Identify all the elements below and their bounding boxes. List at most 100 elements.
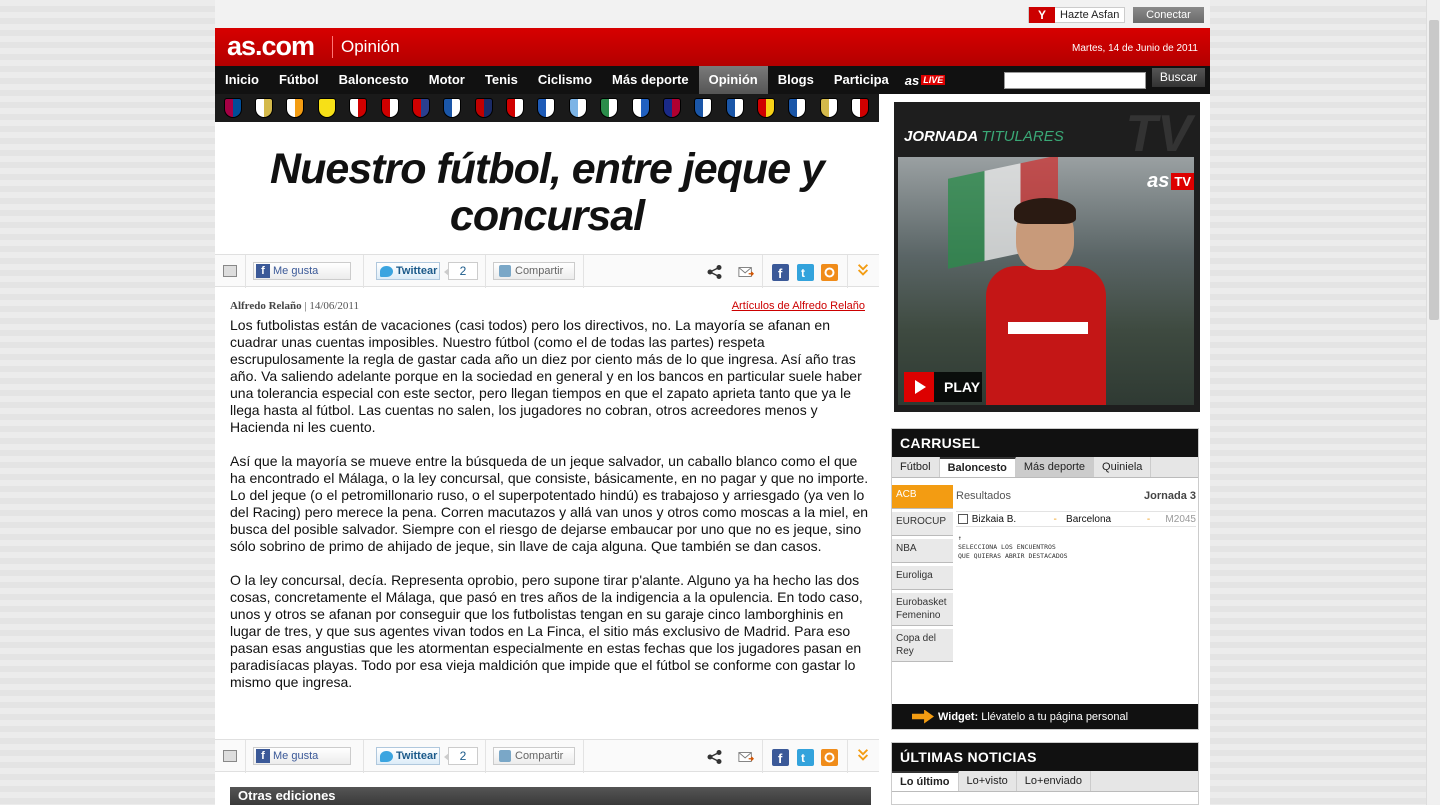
facebook-like-button[interactable]: f Me gusta	[253, 262, 351, 280]
ultimas-tab-lo-enviado[interactable]: Lo+enviado	[1017, 771, 1091, 791]
nav-item-tenis[interactable]: Tenis	[475, 66, 528, 94]
hazte-asfan-button[interactable]: Y Hazte Asfan	[1028, 7, 1126, 23]
match-checkbox[interactable]	[958, 514, 968, 524]
crest-mallorca-icon[interactable]	[753, 96, 778, 120]
crest-sporting-icon[interactable]	[502, 96, 527, 120]
nav-item-ciclismo[interactable]: Ciclismo	[528, 66, 602, 94]
sport-list: ACB EUROCUP NBA Euroliga Eurobasket Femenino…	[892, 485, 953, 665]
scrollbar-thumb[interactable]	[1429, 20, 1439, 320]
crest-osasuna-icon[interactable]	[471, 96, 496, 120]
twitter-share-icon[interactable]: t	[797, 749, 814, 766]
crest-levante-icon[interactable]	[659, 96, 684, 120]
crest-atletico-icon[interactable]	[408, 96, 433, 120]
conectar-button[interactable]: Conectar	[1133, 7, 1204, 23]
author-articles-link[interactable]: Artículos de Alfredo Relaño	[732, 300, 865, 312]
ultimas-tab-lo-ultimo[interactable]: Lo último	[892, 771, 959, 791]
sport-item-eurocup[interactable]: EUROCUP	[892, 512, 953, 536]
carrusel-tab-quiniela[interactable]: Quiniela	[1094, 457, 1152, 477]
nav-item-baloncesto[interactable]: Baloncesto	[329, 66, 419, 94]
vertical-scrollbar[interactable]	[1426, 0, 1440, 805]
selection-hint: ↑ SELECCIONA LOS ENCUENTROS QUE QUIERAS AB…	[958, 534, 1068, 561]
crest-shape	[694, 98, 713, 118]
nav-item-participa[interactable]: Participa	[824, 66, 899, 94]
crest-real-madrid-icon[interactable]	[251, 96, 276, 120]
share-divider	[485, 740, 486, 773]
article-body: Los futbolistas están de vacaciones (cas…	[230, 317, 870, 708]
as-live-link[interactable]: as LIVE	[899, 66, 951, 94]
share-bar-top: f Me gusta Twittear 2 Compartir f t	[215, 254, 879, 288]
carrusel-tab-futbol[interactable]: Fútbol	[892, 457, 940, 477]
search-button[interactable]: Buscar	[1152, 68, 1205, 87]
search-input[interactable]	[1004, 72, 1146, 89]
as-logo[interactable]: as.com	[227, 31, 315, 62]
crest-espanyol-icon[interactable]	[440, 96, 465, 120]
sport-item-copa-del-rey[interactable]: Copa del Rey	[892, 629, 953, 662]
tweet-button[interactable]: Twittear	[376, 747, 440, 765]
hint-line-2: QUE QUIERAS ABRIR DESTACADOS	[958, 552, 1068, 560]
ultimas-tab-lo-visto[interactable]: Lo+visto	[959, 771, 1017, 791]
nav-item-opinion[interactable]: Opinión	[698, 66, 768, 94]
share-icon[interactable]	[707, 750, 723, 764]
crest-villarreal-icon[interactable]	[314, 96, 339, 120]
crest-racing-icon[interactable]	[597, 96, 622, 120]
match-row[interactable]: Bizkaia B. - Barcelona - M2045	[956, 511, 1196, 527]
compartir-button[interactable]: Compartir	[493, 262, 575, 280]
nav-item-futbol[interactable]: Fútbol	[269, 66, 329, 94]
crest-barcelona-icon[interactable]	[220, 96, 245, 120]
share-icon[interactable]	[707, 265, 723, 279]
tweet-button[interactable]: Twittear	[376, 262, 440, 280]
meneame-icon[interactable]	[821, 264, 838, 281]
share-divider	[245, 740, 246, 773]
carrusel-tab-mas-deporte[interactable]: Más deporte	[1015, 457, 1095, 477]
facebook-share-icon[interactable]: f	[772, 749, 789, 766]
score-separator: -	[1053, 513, 1057, 525]
crest-valencia-icon[interactable]	[283, 96, 308, 120]
video-thumbnail[interactable]	[898, 157, 1194, 405]
compartir-button[interactable]: Compartir	[493, 747, 575, 765]
crest-sevilla-icon[interactable]	[346, 96, 371, 120]
section-title[interactable]: Opinión	[341, 37, 400, 57]
crest-malaga-icon[interactable]	[565, 96, 590, 120]
tweet-count: 2	[444, 262, 478, 280]
crest-shape	[317, 98, 336, 118]
carrusel-widget: CARRUSEL Fútbol Baloncesto Más deporte Quin…	[891, 428, 1199, 730]
play-button[interactable]: PLAY	[904, 372, 982, 402]
twitter-share-icon[interactable]: t	[797, 264, 814, 281]
crest-rayo-icon[interactable]	[848, 96, 873, 120]
crest-almeria-icon[interactable]	[816, 96, 841, 120]
sport-item-euroliga[interactable]: Euroliga	[892, 566, 953, 590]
carrusel-tab-baloncesto[interactable]: Baloncesto	[939, 457, 1016, 477]
crest-getafe-icon[interactable]	[534, 96, 559, 120]
widget-bar[interactable]: Widget: Llévatelo a tu página personal	[892, 704, 1198, 729]
email-icon[interactable]	[738, 265, 754, 279]
svg-text:t: t	[801, 266, 805, 280]
sport-item-eurobasket-femenino[interactable]: Eurobasket Femenino	[892, 593, 953, 626]
video-player[interactable]: TV JORNADA TITULARES as TV PLAY	[894, 102, 1200, 412]
sport-item-nba[interactable]: NBA	[892, 539, 953, 563]
print-icon[interactable]	[223, 750, 237, 762]
share-divider	[363, 740, 364, 773]
crest-real-sociedad-icon[interactable]	[691, 96, 716, 120]
meneame-icon[interactable]	[821, 749, 838, 766]
expand-chevron-icon[interactable]	[855, 263, 871, 277]
crest-hercules-icon[interactable]	[785, 96, 810, 120]
facebook-like-button[interactable]: f Me gusta	[253, 747, 351, 765]
facebook-share-icon[interactable]: f	[772, 264, 789, 281]
otras-ediciones-header[interactable]: Otras ediciones	[230, 787, 871, 805]
expand-chevron-icon[interactable]	[855, 748, 871, 762]
email-icon[interactable]	[738, 750, 754, 764]
sport-item-acb[interactable]: ACB	[892, 485, 953, 509]
video-title-main: JORNADA	[904, 128, 979, 145]
crest-shape	[349, 98, 368, 118]
crest-deportivo-icon[interactable]	[722, 96, 747, 120]
as-tv-logo: as	[1147, 169, 1170, 192]
print-icon[interactable]	[223, 265, 237, 277]
nav-item-motor[interactable]: Motor	[419, 66, 475, 94]
nav-item-mas-deporte[interactable]: Más deporte	[602, 66, 699, 94]
nav-item-blogs[interactable]: Blogs	[768, 66, 824, 94]
crest-zaragoza-icon[interactable]	[628, 96, 653, 120]
like-label: Me gusta	[273, 750, 319, 762]
crest-athletic-icon[interactable]	[377, 96, 402, 120]
crest-shape	[223, 98, 242, 118]
nav-item-inicio[interactable]: Inicio	[215, 66, 269, 94]
